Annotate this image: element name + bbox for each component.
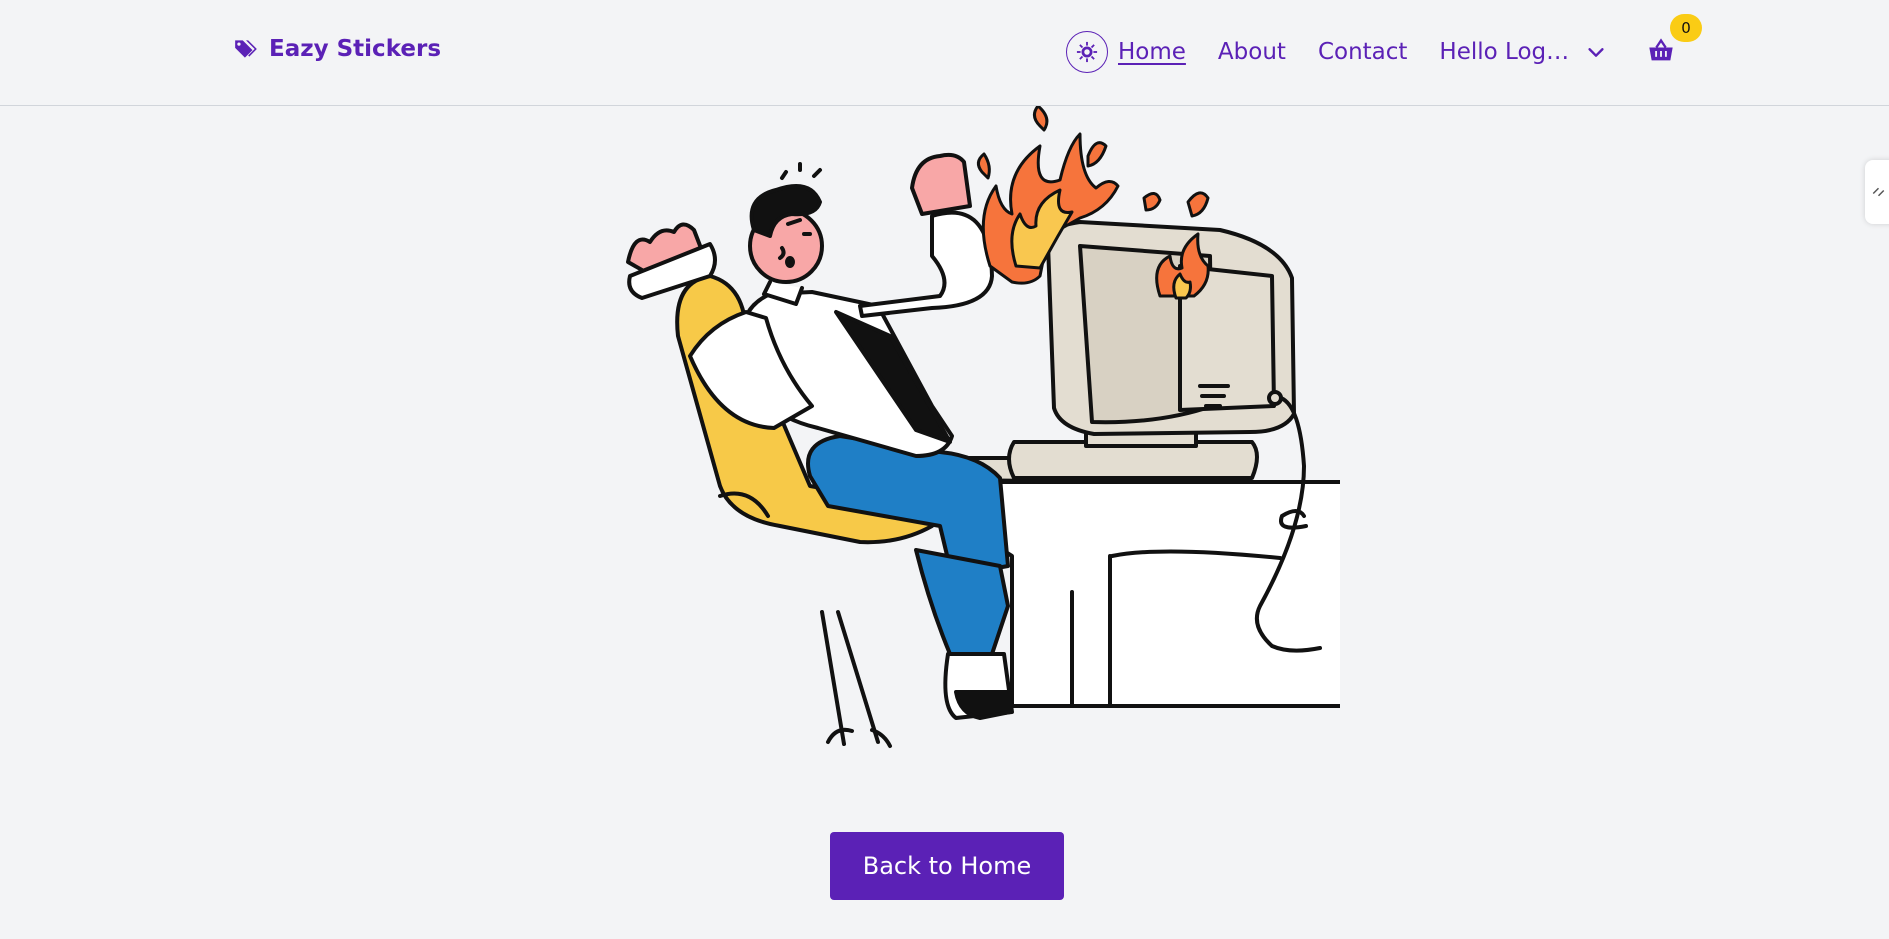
brand-name: Eazy Stickers	[269, 36, 442, 62]
nav-home-link[interactable]: Home	[1118, 39, 1186, 65]
cart-count-badge: 0	[1670, 14, 1702, 42]
side-panel-tab[interactable]	[1865, 160, 1889, 224]
tags-icon	[235, 40, 257, 58]
sun-gear-icon	[1076, 41, 1098, 63]
chevron-down-icon	[1588, 48, 1605, 57]
nav-contact-link[interactable]: Contact	[1318, 39, 1407, 65]
back-to-home-button[interactable]: Back to Home	[830, 832, 1064, 900]
nav-about-link[interactable]: About	[1218, 39, 1286, 65]
brand-link[interactable]: Eazy Stickers	[233, 36, 441, 62]
error-illustration	[626, 106, 1340, 748]
accessibility-icon	[1872, 187, 1885, 197]
main-nav: Home About Contact Hello Logeswaran	[1066, 31, 1677, 73]
site-header: Eazy Stickers Home About Contact Hello L…	[0, 0, 1889, 106]
theme-toggle-button[interactable]	[1066, 31, 1108, 73]
user-greeting: Hello Logeswaran	[1439, 39, 1581, 65]
user-menu[interactable]: Hello Logeswaran	[1439, 39, 1607, 65]
shopping-basket-icon	[1649, 38, 1674, 61]
cart-button[interactable]	[1647, 37, 1677, 67]
